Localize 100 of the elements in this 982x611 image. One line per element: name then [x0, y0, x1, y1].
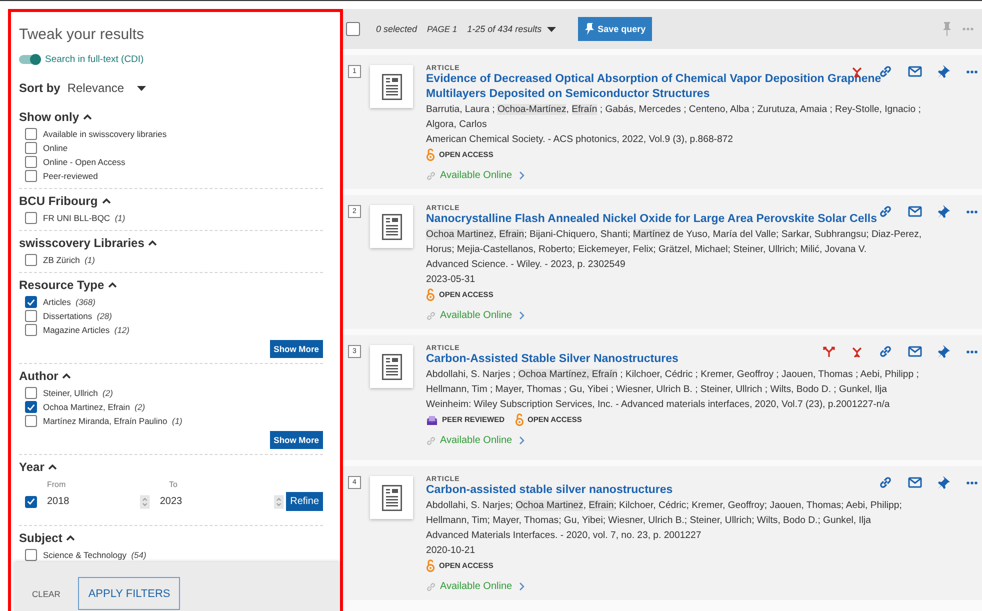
filter-option[interactable]: Magazine Articles (12) — [43, 325, 130, 335]
year-to-field[interactable]: 2023 — [150, 496, 274, 507]
authors: Abdollahi, S. Narjes; Ochoa Martinez, Efrain; Kilchoer, Cédric; Kremer, Geoffroy; Jaouen, Thomas; Aebi, Philipp; Hellmann, Tim; Mayer, Thomas; Gu, Yibei; Wiesner, Ulrich B.; Steiner, Ullrich; Wilts, Bodo D.; Gunkel, Ilja — [426, 499, 903, 528]
panel-title: Tweak your results — [19, 26, 146, 43]
link-icon[interactable] — [879, 345, 892, 358]
result-title-link[interactable]: Carbon-assisted stable silver nanostructures — [426, 483, 931, 498]
filter-option[interactable]: Online - Open Access — [43, 157, 126, 167]
chevron-icon[interactable] — [148, 240, 158, 246]
source: Weinheim: Wiley Subscription Services, Inc. - Advanced materials interfaces, 2020, Vol.7 (23), p.2001227-n/a — [426, 398, 891, 412]
chevron-icon[interactable] — [102, 198, 111, 204]
results-range-dropdown[interactable]: 1-25 of 434 results — [467, 24, 542, 34]
filter-option[interactable]: Available in swisscovery libraries — [43, 129, 167, 139]
checkbox[interactable] — [25, 401, 37, 413]
chevron-right-icon[interactable] — [519, 582, 526, 591]
filter-option[interactable]: FR UNI BLL-BQC (1) — [43, 213, 126, 223]
filter-group-title[interactable]: Resource Type — [19, 278, 104, 292]
filter-group-title[interactable]: Year — [19, 460, 44, 474]
filter-group-title[interactable]: Author — [19, 369, 58, 383]
chevron-icon[interactable] — [48, 464, 58, 470]
checkbox[interactable] — [25, 170, 37, 182]
pin-icon[interactable] — [938, 476, 950, 489]
more-icon[interactable] — [966, 70, 978, 74]
document-icon — [382, 484, 402, 510]
checkbox[interactable] — [25, 142, 37, 154]
email-icon[interactable] — [908, 66, 922, 77]
checkbox[interactable] — [25, 415, 37, 427]
checkbox[interactable] — [25, 324, 37, 336]
refine-button[interactable]: Refine — [286, 492, 323, 511]
sort-label: Sort by — [19, 81, 60, 95]
more-icon[interactable] — [966, 350, 978, 354]
toggle-switch[interactable] — [19, 55, 40, 64]
link-icon — [426, 170, 436, 180]
result-title-link[interactable]: Evidence of Decreased Optical Absorption of Chemical Vapor Deposition Graphene Multilayers Deposited on Semiconductor Structures — [426, 72, 931, 102]
authors: Abdollahi, S. Narjes ; Ochoa Martínez, Efraín ; Kilchoer, Cédric ; Kremer, Geoffroy ; Jaouen, Thomas ; Aebi, Philipp ; Hellmann, Tim ; Mayer, Thomas ; Gu, Yibei ; Wiesner, Ulrich B. ; Steiner, Ullrich ; Wilts, Bodo D. ; Gunkel, Ilja — [426, 368, 920, 397]
toggle-label: Search in full-text (CDI) — [45, 54, 144, 65]
checkbox[interactable] — [25, 156, 37, 168]
checkbox[interactable] — [25, 496, 37, 508]
email-icon[interactable] — [908, 206, 922, 217]
filter-option[interactable]: Dissertations (28) — [43, 311, 112, 321]
checkbox[interactable] — [25, 296, 37, 308]
filter-option[interactable]: Science & Technology (54) — [43, 550, 146, 560]
chevron-right-icon[interactable] — [519, 436, 526, 445]
document-icon — [382, 354, 402, 380]
show-more-button[interactable]: Show More — [270, 340, 323, 358]
link-icon[interactable] — [879, 205, 892, 218]
checkbox[interactable] — [25, 128, 37, 140]
result-title-link[interactable]: Nanocrystalline Flash Annealed Nickel Oxide for Large Area Perovskite Solar Cells — [426, 212, 931, 227]
filter-option[interactable]: Peer-reviewed — [43, 171, 98, 181]
filter-option[interactable]: Online — [43, 143, 68, 153]
spinner-icon[interactable] — [140, 494, 150, 508]
save-query-button[interactable]: Save query — [578, 17, 652, 41]
filter-option[interactable]: Ochoa Martinez, Efrain (2) — [43, 402, 146, 412]
chevron-icon[interactable] — [83, 114, 92, 120]
selected-count: 0 selected — [376, 24, 418, 34]
checkbox[interactable] — [25, 387, 37, 399]
open-lock-icon — [426, 148, 435, 161]
apply-filters-button[interactable]: APPLY FILTERS — [78, 577, 180, 610]
filter-option[interactable]: Articles (368) — [43, 297, 96, 307]
chevron-icon[interactable] — [62, 373, 72, 379]
chevron-right-icon[interactable] — [519, 311, 526, 320]
filter-group-title[interactable]: swisscovery Libraries — [19, 236, 144, 250]
pin-icon[interactable] — [938, 65, 950, 78]
more-icon[interactable] — [966, 210, 978, 214]
clear-button[interactable]: CLEAR — [32, 588, 60, 598]
link-icon[interactable] — [879, 65, 892, 78]
more-icon[interactable] — [966, 480, 978, 484]
checkbox[interactable] — [25, 549, 37, 561]
pin-icon[interactable] — [938, 205, 950, 218]
page-label: PAGE 1 — [427, 24, 458, 34]
pin-icon[interactable] — [938, 345, 950, 358]
result-title-link[interactable]: Carbon-Assisted Stable Silver Nanostructures — [426, 352, 931, 367]
email-icon[interactable] — [908, 346, 922, 357]
checkbox[interactable] — [25, 310, 37, 322]
year-from-field[interactable]: 2018 — [37, 496, 140, 507]
filter-group-title[interactable]: Subject — [19, 531, 62, 545]
show-more-button[interactable]: Show More — [270, 431, 323, 449]
cited-by-icon[interactable] — [823, 346, 835, 358]
from-label: From — [47, 480, 67, 489]
sort-dropdown[interactable]: Relevance — [67, 81, 124, 95]
link-icon[interactable] — [879, 476, 892, 489]
spinner-icon[interactable] — [274, 494, 284, 508]
email-icon[interactable] — [908, 477, 922, 488]
checkbox[interactable] — [25, 212, 37, 224]
select-all-checkbox[interactable] — [346, 22, 360, 36]
filter-option[interactable]: Steiner, Ullrich (2) — [43, 388, 113, 398]
checkbox[interactable] — [25, 254, 37, 266]
peer-review-icon — [426, 414, 438, 426]
chevron-right-icon[interactable] — [519, 171, 526, 180]
chevron-icon[interactable] — [108, 282, 118, 288]
filter-group-title[interactable]: BCU Fribourg — [19, 194, 98, 208]
chevron-icon[interactable] — [66, 535, 76, 541]
link-icon — [426, 310, 436, 320]
filter-option[interactable]: Martínez Miranda, Efraín Paulino (1) — [43, 416, 182, 426]
citing-icon[interactable] — [851, 346, 863, 358]
filter-option[interactable]: ZB Zürich (1) — [43, 255, 95, 265]
filter-group-title[interactable]: Show only — [19, 110, 79, 124]
to-label: To — [169, 480, 178, 489]
source: Advanced Science. - Wiley. - 2023, p. 2302549 — [426, 258, 626, 272]
source: American Chemical Society. - ACS photonics, 2022, Vol.9 (3), p.868-872 — [426, 133, 734, 147]
link-icon — [426, 436, 436, 446]
